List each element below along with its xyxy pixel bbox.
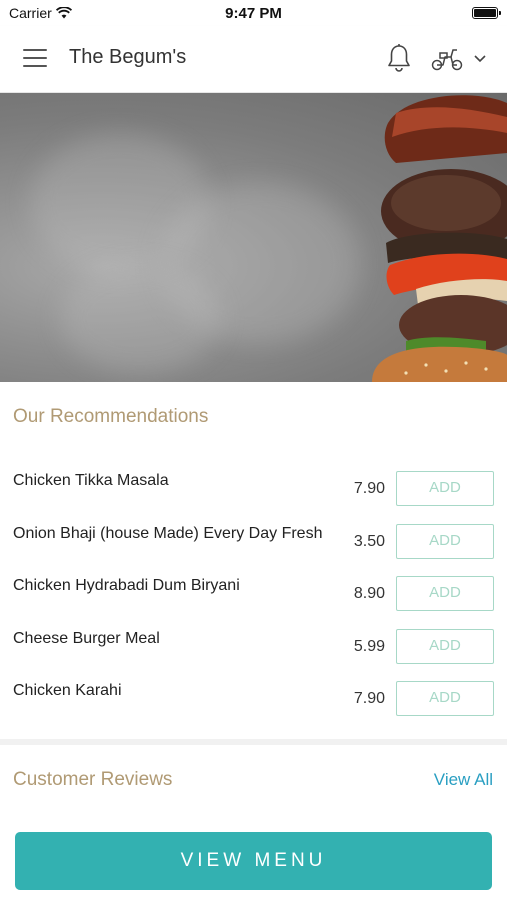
recommendations-heading: Our Recommendations [13,406,209,427]
item-price: 8.90 [353,585,385,602]
app-header: The Begum's [0,26,507,93]
section-divider [0,739,507,745]
restaurant-title: The Begum's [69,46,187,68]
item-price: 3.50 [353,532,385,550]
battery-icon [472,7,501,19]
list-item: Chicken Karahi 7.90 ADD [0,668,507,721]
item-name: Chicken Karahi [13,682,122,699]
status-time: 9:47 PM [225,5,282,22]
list-item: Chicken Tikka Masala 7.90 ADD [0,458,507,511]
list-item: Onion Bhaji (house Made) Every Day Fresh… [0,511,507,564]
add-button[interactable]: ADD [396,681,494,716]
item-name: Onion Bhaji (house Made) Every Day Fresh [13,524,323,542]
add-button[interactable]: ADD [396,523,494,559]
add-button[interactable]: ADD [396,628,494,664]
recommendations-list: Chicken Tikka Masala 7.90 ADD Onion Bhaj… [0,458,507,721]
hero-banner-image [0,93,507,382]
item-name: Cheese Burger Meal [13,629,160,647]
add-button[interactable]: ADD [396,576,494,611]
list-item: Chicken Hydrabadi Dum Biryani 8.90 ADD [0,563,507,616]
list-item: Cheese Burger Meal 5.99 ADD [0,616,507,669]
reviews-heading: Customer Reviews [13,769,173,790]
burger-illustration [372,95,507,382]
item-name: Chicken Hydrabadi Dum Biryani [13,577,240,594]
item-name: Chicken Tikka Masala [13,472,169,489]
add-button[interactable]: ADD [396,471,494,506]
hamburger-menu-icon[interactable] [23,49,47,69]
view-menu-button[interactable]: VIEW MENU [15,832,492,890]
item-price: 7.90 [353,690,385,707]
view-all-reviews-link[interactable]: View All [434,770,493,790]
item-price: 5.99 [353,637,385,655]
item-price: 7.90 [353,480,385,497]
status-bar: Carrier 9:47 PM [0,0,507,26]
bell-icon[interactable] [385,43,413,73]
scooter-icon[interactable] [431,46,463,72]
chevron-down-icon[interactable] [473,54,487,64]
